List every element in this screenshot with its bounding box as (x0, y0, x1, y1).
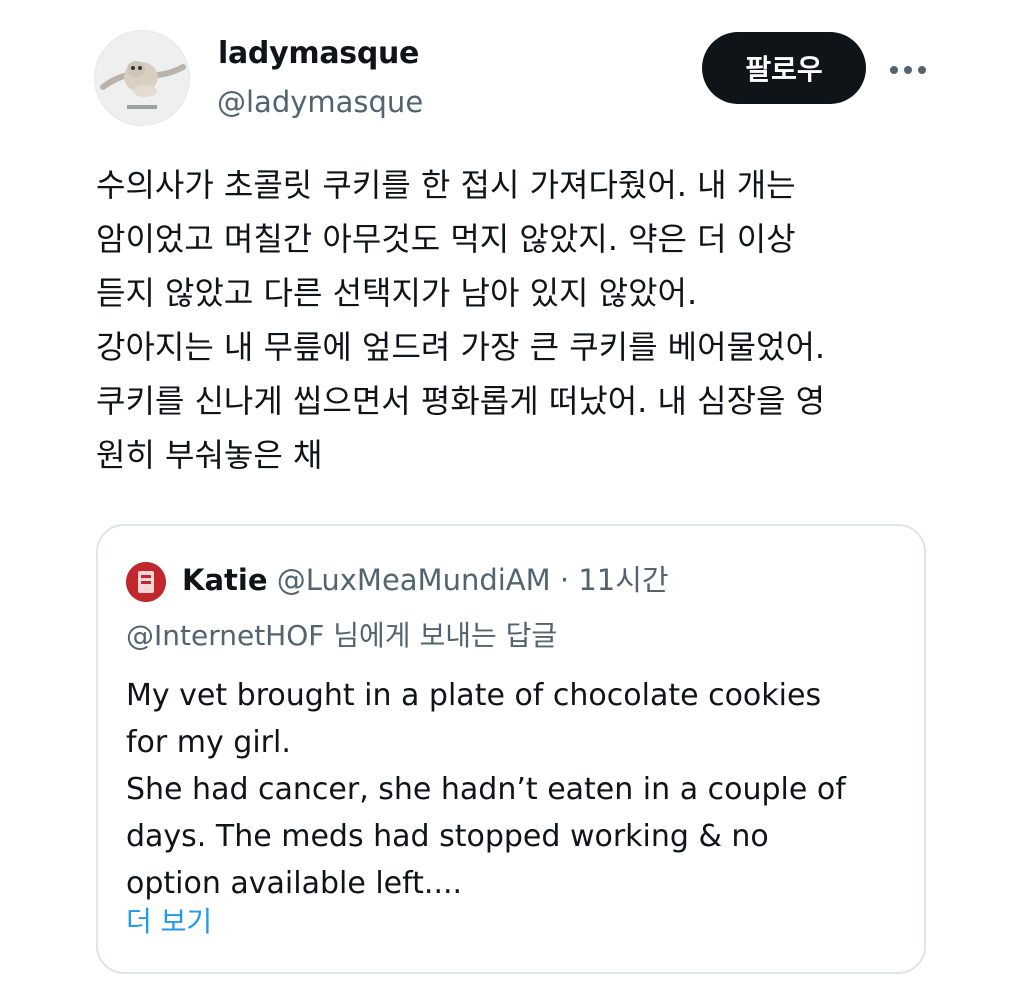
quote-timestamp[interactable]: 11시간 (578, 563, 668, 597)
tweet-text-line: 암이었고 며칠간 아무것도 먹지 않았지. 약은 더 이상 (96, 220, 796, 258)
quote-text-line: She had cancer, she hadn’t eaten in a co… (126, 772, 846, 807)
quote-text-line: for my girl. (126, 725, 291, 760)
tweet-text-line: 강아지는 내 무릎에 엎드려 가장 큰 쿠키를 베어물었어. (96, 328, 826, 366)
follow-button[interactable]: 팔로우 (702, 32, 866, 104)
show-more-link[interactable]: 더 보기 (126, 902, 212, 942)
author-avatar[interactable] (94, 30, 190, 126)
quote-text: My vet brought in a plate of chocolate c… (126, 672, 906, 907)
quote-author-name[interactable]: Katie (182, 563, 268, 597)
tweet-text-line: 쿠키를 신나게 씹으면서 평화롭게 떠났어. 내 심장을 영 (96, 382, 826, 420)
quote-separator: · (559, 563, 570, 597)
quote-reply-to: @InternetHOF 님에게 보내는 답글 (126, 619, 558, 652)
author-name[interactable]: ladymasque (218, 36, 419, 72)
quote-text-line: My vet brought in a plate of chocolate c… (126, 678, 822, 713)
flying-squirrel-avatar-icon (95, 31, 189, 125)
more-dots-icon (890, 66, 926, 74)
quote-text-line: days. The meds had stopped working & no (126, 819, 769, 854)
quote-text-line: option available left.... (126, 866, 463, 901)
quote-tweet-card[interactable]: Katie @LuxMeaMundiAM · 11시간 @InternetHOF… (96, 524, 926, 974)
author-handle[interactable]: @ladymasque (217, 84, 423, 120)
tweet-text-line: 수의사가 초콜릿 쿠키를 한 접시 가져다줬어. 내 개는 (96, 166, 796, 204)
tweet-text-line: 원히 부숴놓은 채 (96, 436, 323, 474)
tweet-text-line: 듣지 않았고 다른 선택지가 남아 있지 않았어. (96, 274, 698, 312)
quote-author-handle[interactable]: @LuxMeaMundiAM (277, 563, 551, 597)
tweet-text: 수의사가 초콜릿 쿠키를 한 접시 가져다줬어. 내 개는 암이었고 며칠간 아… (96, 158, 996, 482)
red-avatar-icon (126, 562, 166, 602)
more-button[interactable] (884, 46, 932, 94)
tweet: ladymasque @ladymasque 팔로우 수의사가 초콜릿 쿠키를 … (0, 0, 1024, 1000)
quote-author-avatar[interactable] (126, 562, 166, 602)
quote-header: Katie @LuxMeaMundiAM · 11시간 (182, 560, 669, 600)
